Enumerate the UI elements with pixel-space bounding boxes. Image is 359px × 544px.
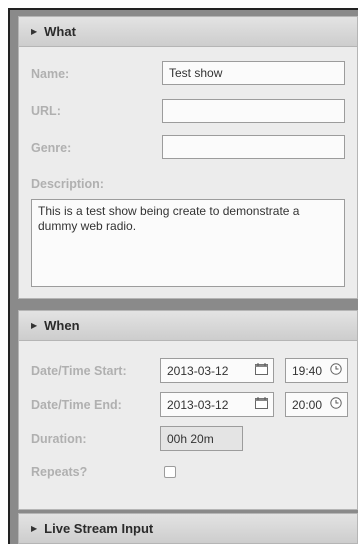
end-time-field[interactable]: 20:00 [285, 392, 348, 417]
calendar-icon[interactable] [255, 363, 268, 378]
what-section-title: What [44, 24, 76, 39]
calendar-icon[interactable] [255, 397, 268, 412]
when-section-title: When [44, 318, 80, 333]
repeats-label: Repeats? [31, 465, 88, 479]
when-section-header[interactable]: ▶ When [19, 311, 357, 341]
end-time-value: 20:00 [292, 397, 323, 412]
triangle-right-icon: ▶ [31, 321, 38, 330]
end-label: Date/Time End: [31, 398, 122, 412]
triangle-right-icon: ▶ [31, 27, 38, 36]
triangle-right-icon: ▶ [31, 524, 38, 533]
start-label: Date/Time Start: [31, 364, 127, 378]
live-stream-section: ▶ Live Stream Input [18, 513, 358, 544]
live-stream-section-header[interactable]: ▶ Live Stream Input [19, 514, 357, 544]
start-date-value: 2013-03-12 [167, 363, 229, 378]
genre-label: Genre: [31, 141, 72, 155]
repeats-checkbox[interactable] [164, 466, 176, 478]
what-section-header[interactable]: ▶ What [19, 17, 357, 47]
description-textarea[interactable]: This is a test show being create to demo… [31, 199, 345, 287]
start-date-field[interactable]: 2013-03-12 [160, 358, 274, 383]
name-value: Test show [169, 66, 223, 80]
genre-field[interactable] [162, 135, 345, 159]
end-date-field[interactable]: 2013-03-12 [160, 392, 274, 417]
duration-value: 00h 20m [167, 431, 214, 446]
start-time-field[interactable]: 19:40 [285, 358, 348, 383]
duration-field: 00h 20m [160, 426, 243, 451]
when-section: ▶ When Date/Time Start: 2013-03-12 19:40… [18, 310, 358, 510]
url-field[interactable] [162, 99, 345, 123]
url-label: URL: [31, 104, 61, 118]
name-field[interactable]: Test show [162, 61, 345, 85]
duration-label: Duration: [31, 432, 87, 446]
description-label: Description: [31, 177, 104, 191]
clock-icon[interactable] [330, 363, 342, 378]
start-time-value: 19:40 [292, 363, 323, 378]
clock-icon[interactable] [330, 397, 342, 412]
what-section: ▶ What Name: Test show URL: Genre: Descr… [18, 16, 358, 299]
name-label: Name: [31, 67, 70, 81]
live-stream-section-title: Live Stream Input [44, 521, 154, 536]
end-date-value: 2013-03-12 [167, 397, 229, 412]
